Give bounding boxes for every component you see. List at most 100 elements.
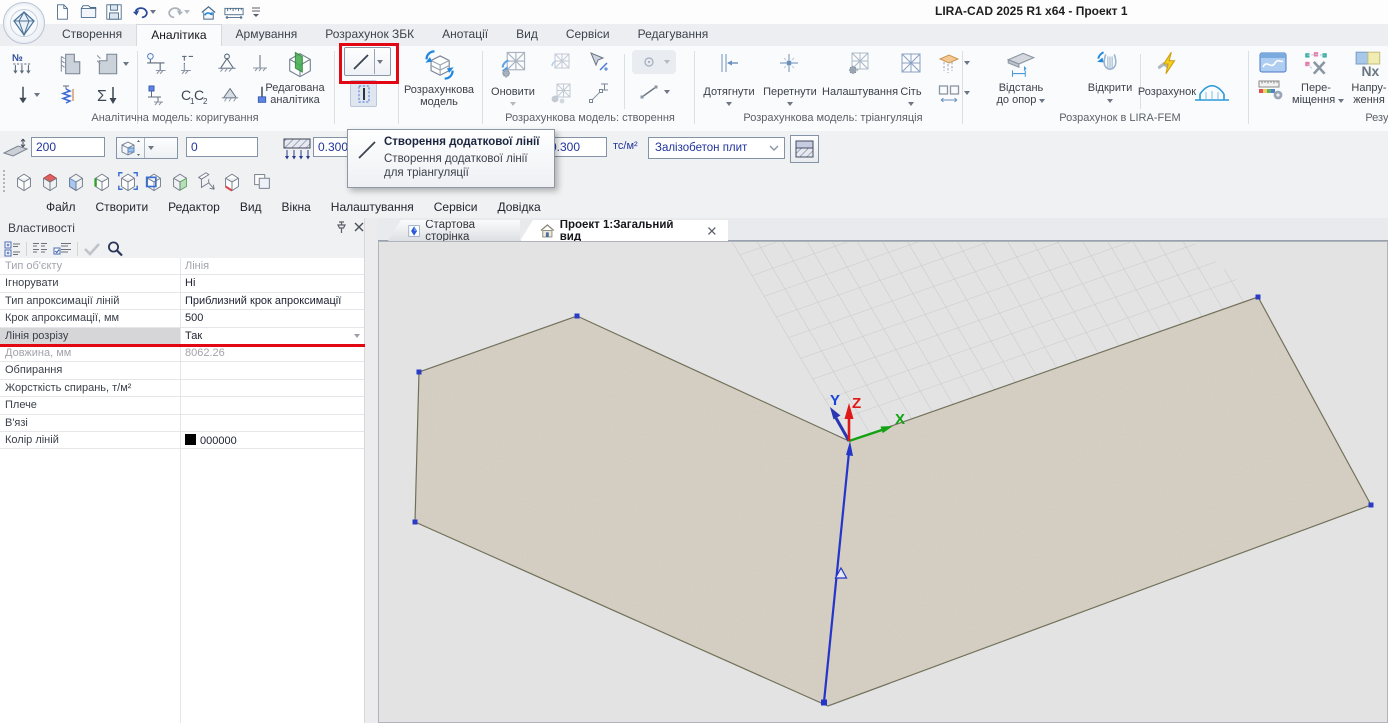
displacement-label[interactable]: Пере- міщення [1292, 82, 1340, 106]
run-calculation-label[interactable]: Розрахунок [1136, 86, 1198, 98]
elastic-support-button[interactable] [52, 82, 86, 108]
menu-view[interactable]: Вид [230, 200, 272, 214]
property-row-bearing[interactable]: Обпирання [0, 362, 364, 379]
line-color-picker[interactable]: 000000 [180, 432, 364, 448]
section-display-toggle[interactable] [350, 80, 377, 107]
distance-to-supports-button[interactable] [1002, 49, 1040, 79]
view-cube-bottom-button[interactable] [220, 169, 244, 193]
stress-results-button[interactable]: Nx [1352, 49, 1386, 79]
undo-button[interactable] [128, 1, 160, 23]
offset-input[interactable] [186, 137, 258, 157]
tab-anotatsii[interactable]: Анотації [428, 24, 502, 46]
alphabetical-view-icon[interactable] [31, 241, 49, 257]
property-row-object-type[interactable]: Тип об'єкту Лінія [0, 258, 364, 275]
property-row-line-color[interactable]: Колір ліній 000000 [0, 432, 364, 449]
wall-corner-dropdown-icon[interactable] [123, 62, 129, 66]
menu-windows[interactable]: Вікна [272, 200, 321, 214]
snap-dropdown-icon[interactable] [724, 100, 734, 108]
intersect-label[interactable]: Перетнути [760, 86, 820, 98]
toolbar-grip[interactable] [3, 170, 9, 192]
open-in-lira-button[interactable] [1092, 49, 1128, 79]
panels-spacing-button[interactable] [932, 80, 974, 106]
property-row-approx-step[interactable]: Крок апроксимації, мм 500 [0, 310, 364, 327]
support-truss-button[interactable] [212, 50, 242, 78]
displacement-results-button[interactable] [1300, 49, 1332, 79]
property-row-ignore[interactable]: Ігнорувати Ні [0, 275, 364, 292]
tab-vyd[interactable]: Вид [502, 24, 552, 46]
checked-properties-icon[interactable] [53, 241, 73, 257]
snap-button[interactable] [714, 50, 744, 76]
support-fixed-button[interactable] [178, 50, 208, 78]
calc-model-button[interactable] [414, 48, 464, 82]
mesh-button[interactable] [896, 50, 926, 76]
tab-start-page[interactable]: Стартова сторінка [388, 220, 520, 241]
triangulation-settings-label[interactable]: Налаштування [822, 86, 896, 98]
tab-servisy[interactable]: Сервіси [552, 24, 624, 46]
select-elements-button[interactable] [584, 50, 614, 76]
distance-to-supports-label[interactable]: Відстань до опор [992, 82, 1050, 106]
view-cube-top-button[interactable] [38, 169, 62, 193]
update-calc-model-button[interactable] [495, 48, 531, 80]
tab-armuvannya[interactable]: Армування [222, 24, 312, 46]
view-cube-right-button[interactable] [168, 169, 192, 193]
calc-model-label[interactable]: Розрахункова модель [398, 84, 480, 108]
view-cube-rotate-button[interactable] [194, 169, 218, 193]
support-node-button[interactable] [143, 82, 173, 108]
menu-help[interactable]: Довідка [488, 200, 551, 214]
property-row-approx-type[interactable]: Тип апроксимації ліній Приблизний крок а… [0, 293, 364, 310]
panels-dropdown-icon[interactable] [964, 91, 970, 95]
update-selected-button[interactable] [546, 50, 576, 76]
line-dropdown-icon[interactable] [664, 90, 670, 94]
thickness-input[interactable] [31, 137, 105, 157]
apply-icon[interactable] [82, 241, 102, 257]
intersect-dropdown-icon[interactable] [785, 100, 795, 108]
open-button[interactable] [76, 1, 100, 23]
open-dropdown-icon[interactable] [1107, 99, 1113, 103]
intersect-button[interactable] [774, 50, 804, 76]
property-row-length[interactable]: Довжина, мм 8062.26 [0, 345, 364, 362]
mesh-label[interactable]: Сіть [896, 86, 926, 98]
grid-column-divider[interactable] [180, 258, 181, 723]
property-row-ties[interactable]: В'язі [0, 415, 364, 432]
distance-dropdown-icon[interactable] [1039, 99, 1045, 103]
customize-toolbar-button[interactable] [248, 1, 264, 23]
bridge-analysis-button[interactable] [1190, 80, 1234, 106]
menu-file[interactable]: Файл [36, 200, 86, 214]
menu-settings[interactable]: Налаштування [321, 200, 424, 214]
material-hatch-button[interactable] [790, 135, 819, 163]
load-numbering-button[interactable]: № [8, 50, 38, 78]
point-load-button[interactable] [8, 82, 44, 108]
viewport-3d[interactable]: Y Z X [378, 241, 1388, 723]
categorized-view-icon[interactable] [4, 241, 22, 257]
redo-dropdown-icon[interactable] [184, 10, 190, 14]
rigidity-c1c2-button[interactable]: C 1 C 2 [178, 82, 212, 108]
alignment-dropdown-icon[interactable] [148, 146, 154, 150]
support-pyramid-button[interactable] [216, 82, 244, 108]
wall-load-button[interactable] [54, 50, 86, 78]
edited-analytics-button[interactable] [282, 48, 318, 80]
tab-project-general-view[interactable]: Проект 1:Загальний вид [520, 220, 728, 241]
ellipse-tool-button[interactable] [632, 50, 676, 74]
triangulation-settings-button[interactable] [843, 50, 875, 76]
design-strips-button[interactable] [932, 50, 974, 76]
regenerate-mesh-button[interactable] [546, 80, 576, 106]
application-menu-button[interactable] [3, 2, 45, 44]
strips-dropdown-icon[interactable] [964, 61, 970, 65]
measure-button[interactable] [222, 1, 246, 23]
sync-model-button[interactable] [196, 1, 220, 23]
view-cube-left-button[interactable] [90, 169, 114, 193]
tab-stvorennya[interactable]: Створення [48, 24, 136, 46]
section-line-dropdown[interactable]: Так [180, 328, 364, 344]
results-window-button[interactable] [1256, 49, 1290, 77]
edited-analytics-label[interactable]: Редагована аналітика [255, 82, 335, 106]
menu-services[interactable]: Сервіси [424, 200, 488, 214]
displacement-dropdown-icon[interactable] [1338, 99, 1344, 103]
sum-loads-button[interactable]: Σ [92, 82, 126, 108]
support-vertical-button[interactable] [246, 50, 274, 78]
property-row-section-line[interactable]: Лінія розрізу Так [0, 328, 364, 345]
tab-analitika[interactable]: Аналітика [136, 24, 221, 46]
panel-scrollbar-strip[interactable] [364, 218, 379, 723]
search-icon[interactable] [106, 240, 124, 257]
run-calculation-button[interactable] [1150, 49, 1184, 79]
undo-dropdown-icon[interactable] [150, 10, 156, 14]
